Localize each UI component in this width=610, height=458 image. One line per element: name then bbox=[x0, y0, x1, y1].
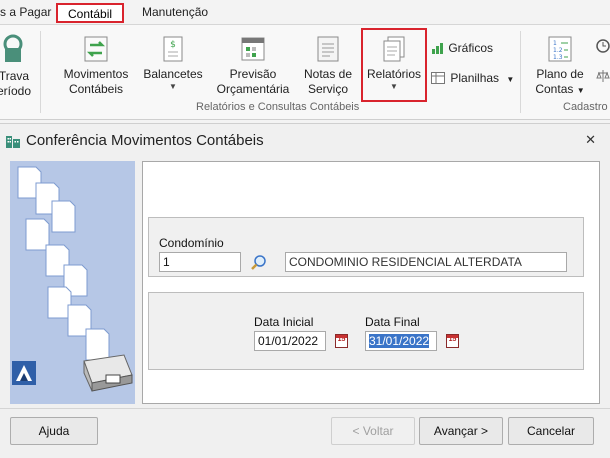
previsao-label-1: Previsão bbox=[229, 67, 277, 81]
data-inicial-input[interactable]: 01/01/2022 bbox=[254, 331, 326, 351]
balancetes-button[interactable]: $ Balancetes ▼ bbox=[138, 35, 208, 91]
movimentos-label-1: Movimentos bbox=[63, 67, 129, 81]
periodo-groupbox: Data Inicial 01/01/2022 15 Data Final 31… bbox=[148, 292, 584, 370]
transfer-arrows-icon bbox=[84, 36, 108, 62]
chevron-down-icon: ▼ bbox=[576, 86, 585, 95]
previsao-label-2: Orçamentária bbox=[216, 82, 290, 96]
balancetes-label: Balancetes bbox=[143, 67, 203, 81]
calendar-report-icon bbox=[241, 37, 265, 61]
periodo-label: eríodo bbox=[0, 84, 32, 98]
trava-label: Trava bbox=[0, 69, 30, 83]
search-icon[interactable] bbox=[250, 254, 268, 272]
svg-text:$: $ bbox=[170, 40, 176, 50]
calendar-icon[interactable]: 15 bbox=[335, 334, 348, 348]
cancelar-button[interactable]: Cancelar bbox=[508, 417, 594, 445]
ajuda-button[interactable]: Ajuda bbox=[10, 417, 98, 445]
svg-text:1.3: 1.3 bbox=[553, 54, 563, 61]
planilhas-label: Planilhas bbox=[450, 71, 500, 85]
close-icon[interactable]: ✕ bbox=[585, 132, 596, 148]
clock-icon[interactable] bbox=[596, 39, 610, 56]
conferencia-dialog: Conferência Movimentos Contábeis ✕ Condo… bbox=[0, 123, 610, 458]
spreadsheet-icon bbox=[431, 72, 447, 87]
condominio-groupbox: Condomínio 1 CONDOMINIO RESIDENCIAL ALTE… bbox=[148, 217, 584, 277]
movimentos-label-2: Contábeis bbox=[68, 82, 124, 96]
condominio-label: Condomínio bbox=[159, 236, 224, 250]
wizard-illustration bbox=[10, 161, 135, 404]
dialog-title: Conferência Movimentos Contábeis bbox=[26, 132, 264, 149]
document-icon bbox=[317, 36, 339, 62]
wizard-main-panel: Condomínio 1 CONDOMINIO RESIDENCIAL ALTE… bbox=[142, 161, 600, 404]
group-cadastro-label: Cadastro bbox=[563, 101, 608, 113]
dialog-titlebar: Conferência Movimentos Contábeis ✕ bbox=[0, 124, 610, 156]
voltar-button[interactable]: < Voltar bbox=[331, 417, 415, 445]
lock-icon bbox=[3, 34, 23, 62]
reports-icon bbox=[383, 36, 405, 62]
documents-printer-illustration bbox=[12, 166, 133, 392]
chart-icon bbox=[431, 42, 445, 57]
previsao-orcamentaria-button[interactable]: Previsão Orçamentária bbox=[212, 35, 294, 97]
notas-de-servico-button[interactable]: Notas de Serviço bbox=[298, 35, 358, 97]
chevron-down-icon: ▼ bbox=[390, 82, 398, 91]
chevron-down-icon: ▼ bbox=[169, 82, 177, 91]
balance-sheet-icon: $ bbox=[163, 36, 183, 62]
plano-label-1: Plano de bbox=[536, 67, 584, 81]
relatorios-button[interactable]: Relatórios ▼ bbox=[363, 35, 425, 91]
balance-scale-icon[interactable] bbox=[596, 69, 610, 86]
group-relatorios-label: Relatórios e Consultas Contábeis bbox=[196, 101, 360, 113]
numbered-list-icon: 1 1.2 1.3 bbox=[548, 36, 572, 62]
notas-label-1: Notas de bbox=[303, 67, 353, 81]
plano-label-2: Contas bbox=[535, 82, 574, 96]
movimentos-contabeis-button[interactable]: Movimentos Contábeis bbox=[56, 35, 136, 97]
condominio-code-input[interactable]: 1 bbox=[159, 252, 241, 272]
calendar-icon[interactable]: 15 bbox=[446, 334, 459, 348]
notas-label-2: Serviço bbox=[307, 82, 348, 96]
svg-text:1: 1 bbox=[553, 40, 557, 47]
graficos-label: Gráficos bbox=[448, 41, 494, 55]
ribbon-toolbar: Trava eríodo Movimentos Contábeis $ Bala… bbox=[0, 24, 610, 120]
relatorios-label: Relatórios bbox=[366, 67, 422, 81]
footer-divider bbox=[0, 408, 610, 409]
ribbon-tab-bar: s a Pagar Contábil Manutenção bbox=[0, 0, 610, 24]
building-icon bbox=[6, 136, 20, 148]
tab-contabil[interactable]: Contábil bbox=[56, 3, 125, 23]
avancar-button[interactable]: Avançar > bbox=[419, 417, 503, 445]
plano-de-contas-button[interactable]: 1 1.2 1.3 Plano de Contas ▼ bbox=[530, 35, 590, 98]
tab-manutencao[interactable]: Manutenção bbox=[142, 3, 208, 23]
chevron-down-icon: ▼ bbox=[506, 75, 515, 84]
graficos-button[interactable]: Gráficos bbox=[431, 41, 493, 57]
tab-contas-a-pagar[interactable]: s a Pagar bbox=[0, 3, 51, 23]
data-final-input[interactable]: 31/01/2022 bbox=[365, 331, 437, 351]
data-inicial-label: Data Inicial bbox=[254, 315, 314, 329]
svg-text:1.2: 1.2 bbox=[553, 47, 563, 54]
planilhas-button[interactable]: Planilhas ▼ bbox=[431, 71, 514, 87]
data-final-selected-text: 31/01/2022 bbox=[369, 334, 430, 348]
data-final-label: Data Final bbox=[365, 315, 420, 329]
condominio-name-field: CONDOMINIO RESIDENCIAL ALTERDATA bbox=[285, 252, 567, 272]
trava-periodo-button[interactable]: Trava eríodo bbox=[0, 31, 32, 99]
